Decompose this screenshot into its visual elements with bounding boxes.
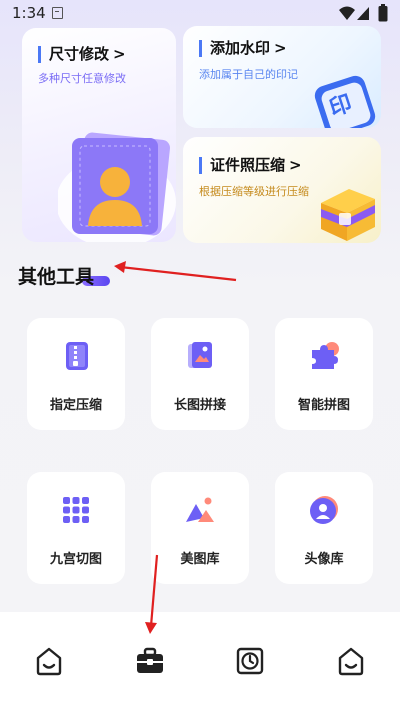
idphoto-card-title: 证件照压缩 > — [199, 157, 302, 174]
signal-icon — [357, 7, 369, 20]
resize-card-subtitle: 多种尺寸任意修改 — [38, 72, 126, 85]
idphoto-card-subtitle: 根据压缩等级进行压缩 — [199, 185, 309, 198]
notification-icon — [52, 7, 63, 19]
tool-long-image-stitch[interactable]: 长图拼接 — [151, 318, 249, 430]
idphoto-compress-card[interactable]: 证件照压缩 > 根据压缩等级进行压缩 — [183, 137, 381, 243]
tool-nine-grid-cut[interactable]: 九宫切图 — [27, 472, 125, 584]
annotation-arrow-section — [114, 261, 237, 282]
image-stack-icon — [188, 342, 212, 368]
status-bar: 1:34 — [0, 0, 400, 28]
watermark-card-subtitle: 添加属于自己的印记 — [199, 68, 298, 81]
gift-box-icon — [321, 189, 375, 241]
profile-icon[interactable] — [336, 646, 366, 676]
tool-smart-collage[interactable]: 智能拼图 — [275, 318, 373, 430]
tool-label: 头像库 — [304, 552, 344, 567]
tool-avatar-gallery[interactable]: 头像库 — [275, 472, 373, 584]
tool-beauty-gallery[interactable]: 美图库 — [151, 472, 249, 584]
landscape-icon — [186, 497, 214, 522]
stamp-icon: 印 — [311, 74, 377, 128]
wifi-icon — [339, 6, 355, 20]
avatar-icon — [310, 496, 338, 524]
tool-label: 美图库 — [180, 552, 220, 567]
resize-card-title: 尺寸修改 > — [38, 46, 126, 63]
tool-specified-compress[interactable]: 指定压缩 — [27, 318, 125, 430]
id-photo-illustration-icon — [58, 132, 176, 242]
other-tools-title: 其他工具 — [18, 266, 95, 288]
watermark-card-title: 添加水印 > — [199, 40, 287, 57]
watermark-card[interactable]: 添加水印 > 添加属于自己的印记 印 — [183, 26, 381, 128]
resize-card[interactable]: 尺寸修改 > 多种尺寸任意修改 — [22, 28, 176, 242]
tool-label: 九宫切图 — [49, 552, 102, 567]
bottom-nav — [0, 612, 400, 710]
clock-icon[interactable] — [235, 646, 265, 676]
tool-label: 指定压缩 — [49, 398, 102, 413]
tool-label: 智能拼图 — [297, 398, 350, 413]
puzzle-icon — [312, 342, 339, 369]
toolbox-icon[interactable] — [135, 646, 165, 676]
grid-nine-icon — [63, 497, 89, 523]
status-time: 1:34 — [12, 4, 46, 22]
zip-file-icon — [66, 342, 88, 370]
home-icon[interactable] — [34, 646, 64, 676]
battery-icon — [378, 4, 388, 22]
tool-label: 长图拼接 — [173, 398, 226, 413]
